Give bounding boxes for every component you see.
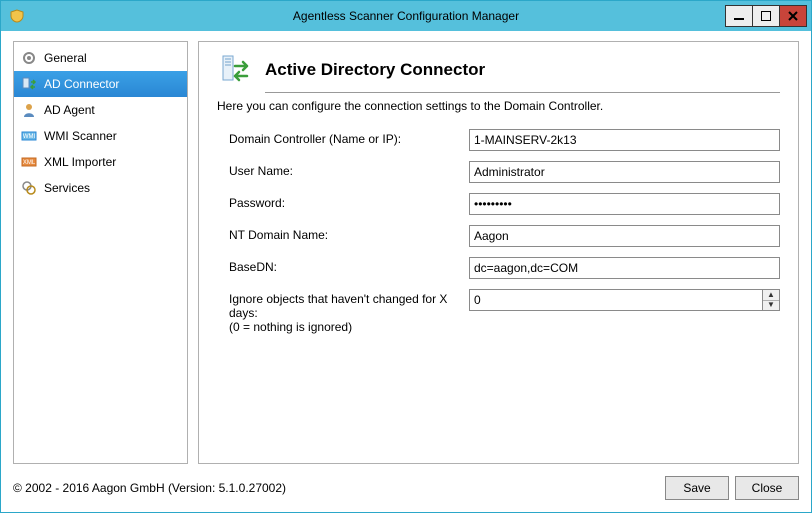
nt-domain-label: NT Domain Name: xyxy=(229,225,469,242)
window-controls xyxy=(726,5,811,27)
content-area: General AD Connector AD Agent WMI WMI Sc… xyxy=(1,31,811,472)
password-input[interactable] xyxy=(469,193,780,215)
chevron-down-icon: ▼ xyxy=(767,301,775,309)
server-sync-icon xyxy=(20,75,38,93)
svg-text:XML: XML xyxy=(23,160,36,166)
user-name-label: User Name: xyxy=(229,161,469,178)
sidebar-item-label: AD Agent xyxy=(44,103,95,117)
ignore-days-label: Ignore objects that haven't changed for … xyxy=(229,289,469,334)
nt-domain-input[interactable] xyxy=(469,225,780,247)
wmi-icon: WMI xyxy=(20,127,38,145)
copyright-text: © 2002 - 2016 Aagon GmbH (Version: 5.1.0… xyxy=(13,481,286,495)
page-title: Active Directory Connector xyxy=(265,60,485,80)
sidebar-item-label: General xyxy=(44,51,87,65)
sidebar-item-wmi-scanner[interactable]: WMI WMI Scanner xyxy=(14,123,187,149)
xml-icon: XML xyxy=(20,153,38,171)
sidebar-item-general[interactable]: General xyxy=(14,45,187,71)
main-panel: Active Directory Connector Here you can … xyxy=(198,41,799,464)
minimize-button[interactable] xyxy=(725,5,753,27)
sidebar-item-label: XML Importer xyxy=(44,155,116,169)
footer: © 2002 - 2016 Aagon GmbH (Version: 5.1.0… xyxy=(1,472,811,512)
domain-controller-input[interactable] xyxy=(469,129,780,151)
close-button[interactable] xyxy=(779,5,807,27)
maximize-button[interactable] xyxy=(752,5,780,27)
ignore-days-spinner: ▲ ▼ xyxy=(469,289,780,311)
page-header: Active Directory Connector xyxy=(217,52,780,88)
ignore-days-input[interactable] xyxy=(469,289,762,311)
sidebar-item-ad-connector[interactable]: AD Connector xyxy=(14,71,187,97)
server-sync-icon xyxy=(217,52,253,88)
services-icon xyxy=(20,179,38,197)
chevron-up-icon: ▲ xyxy=(767,291,775,299)
window-title: Agentless Scanner Configuration Manager xyxy=(1,9,811,23)
sidebar-item-label: Services xyxy=(44,181,90,195)
sidebar-item-label: AD Connector xyxy=(44,77,119,91)
sidebar: General AD Connector AD Agent WMI WMI Sc… xyxy=(13,41,188,464)
sidebar-item-label: WMI Scanner xyxy=(44,129,117,143)
gear-icon xyxy=(20,49,38,67)
titlebar: Agentless Scanner Configuration Manager xyxy=(1,1,811,31)
sidebar-item-xml-importer[interactable]: XML XML Importer xyxy=(14,149,187,175)
domain-controller-label: Domain Controller (Name or IP): xyxy=(229,129,469,146)
base-dn-input[interactable] xyxy=(469,257,780,279)
spin-down-button[interactable]: ▼ xyxy=(763,301,779,311)
sidebar-item-services[interactable]: Services xyxy=(14,175,187,201)
close-footer-button[interactable]: Close xyxy=(735,476,799,500)
svg-text:WMI: WMI xyxy=(23,134,36,140)
minimize-icon xyxy=(734,11,744,21)
user-name-input[interactable] xyxy=(469,161,780,183)
base-dn-label: BaseDN: xyxy=(229,257,469,274)
page-description: Here you can configure the connection se… xyxy=(217,99,780,113)
user-icon xyxy=(20,101,38,119)
close-icon xyxy=(788,11,798,21)
title-divider xyxy=(265,92,780,93)
sidebar-item-ad-agent[interactable]: AD Agent xyxy=(14,97,187,123)
save-button[interactable]: Save xyxy=(665,476,729,500)
password-label: Password: xyxy=(229,193,469,210)
maximize-icon xyxy=(761,11,771,21)
spin-up-button[interactable]: ▲ xyxy=(763,290,779,301)
app-window: Agentless Scanner Configuration Manager … xyxy=(0,0,812,513)
app-icon xyxy=(9,8,25,24)
